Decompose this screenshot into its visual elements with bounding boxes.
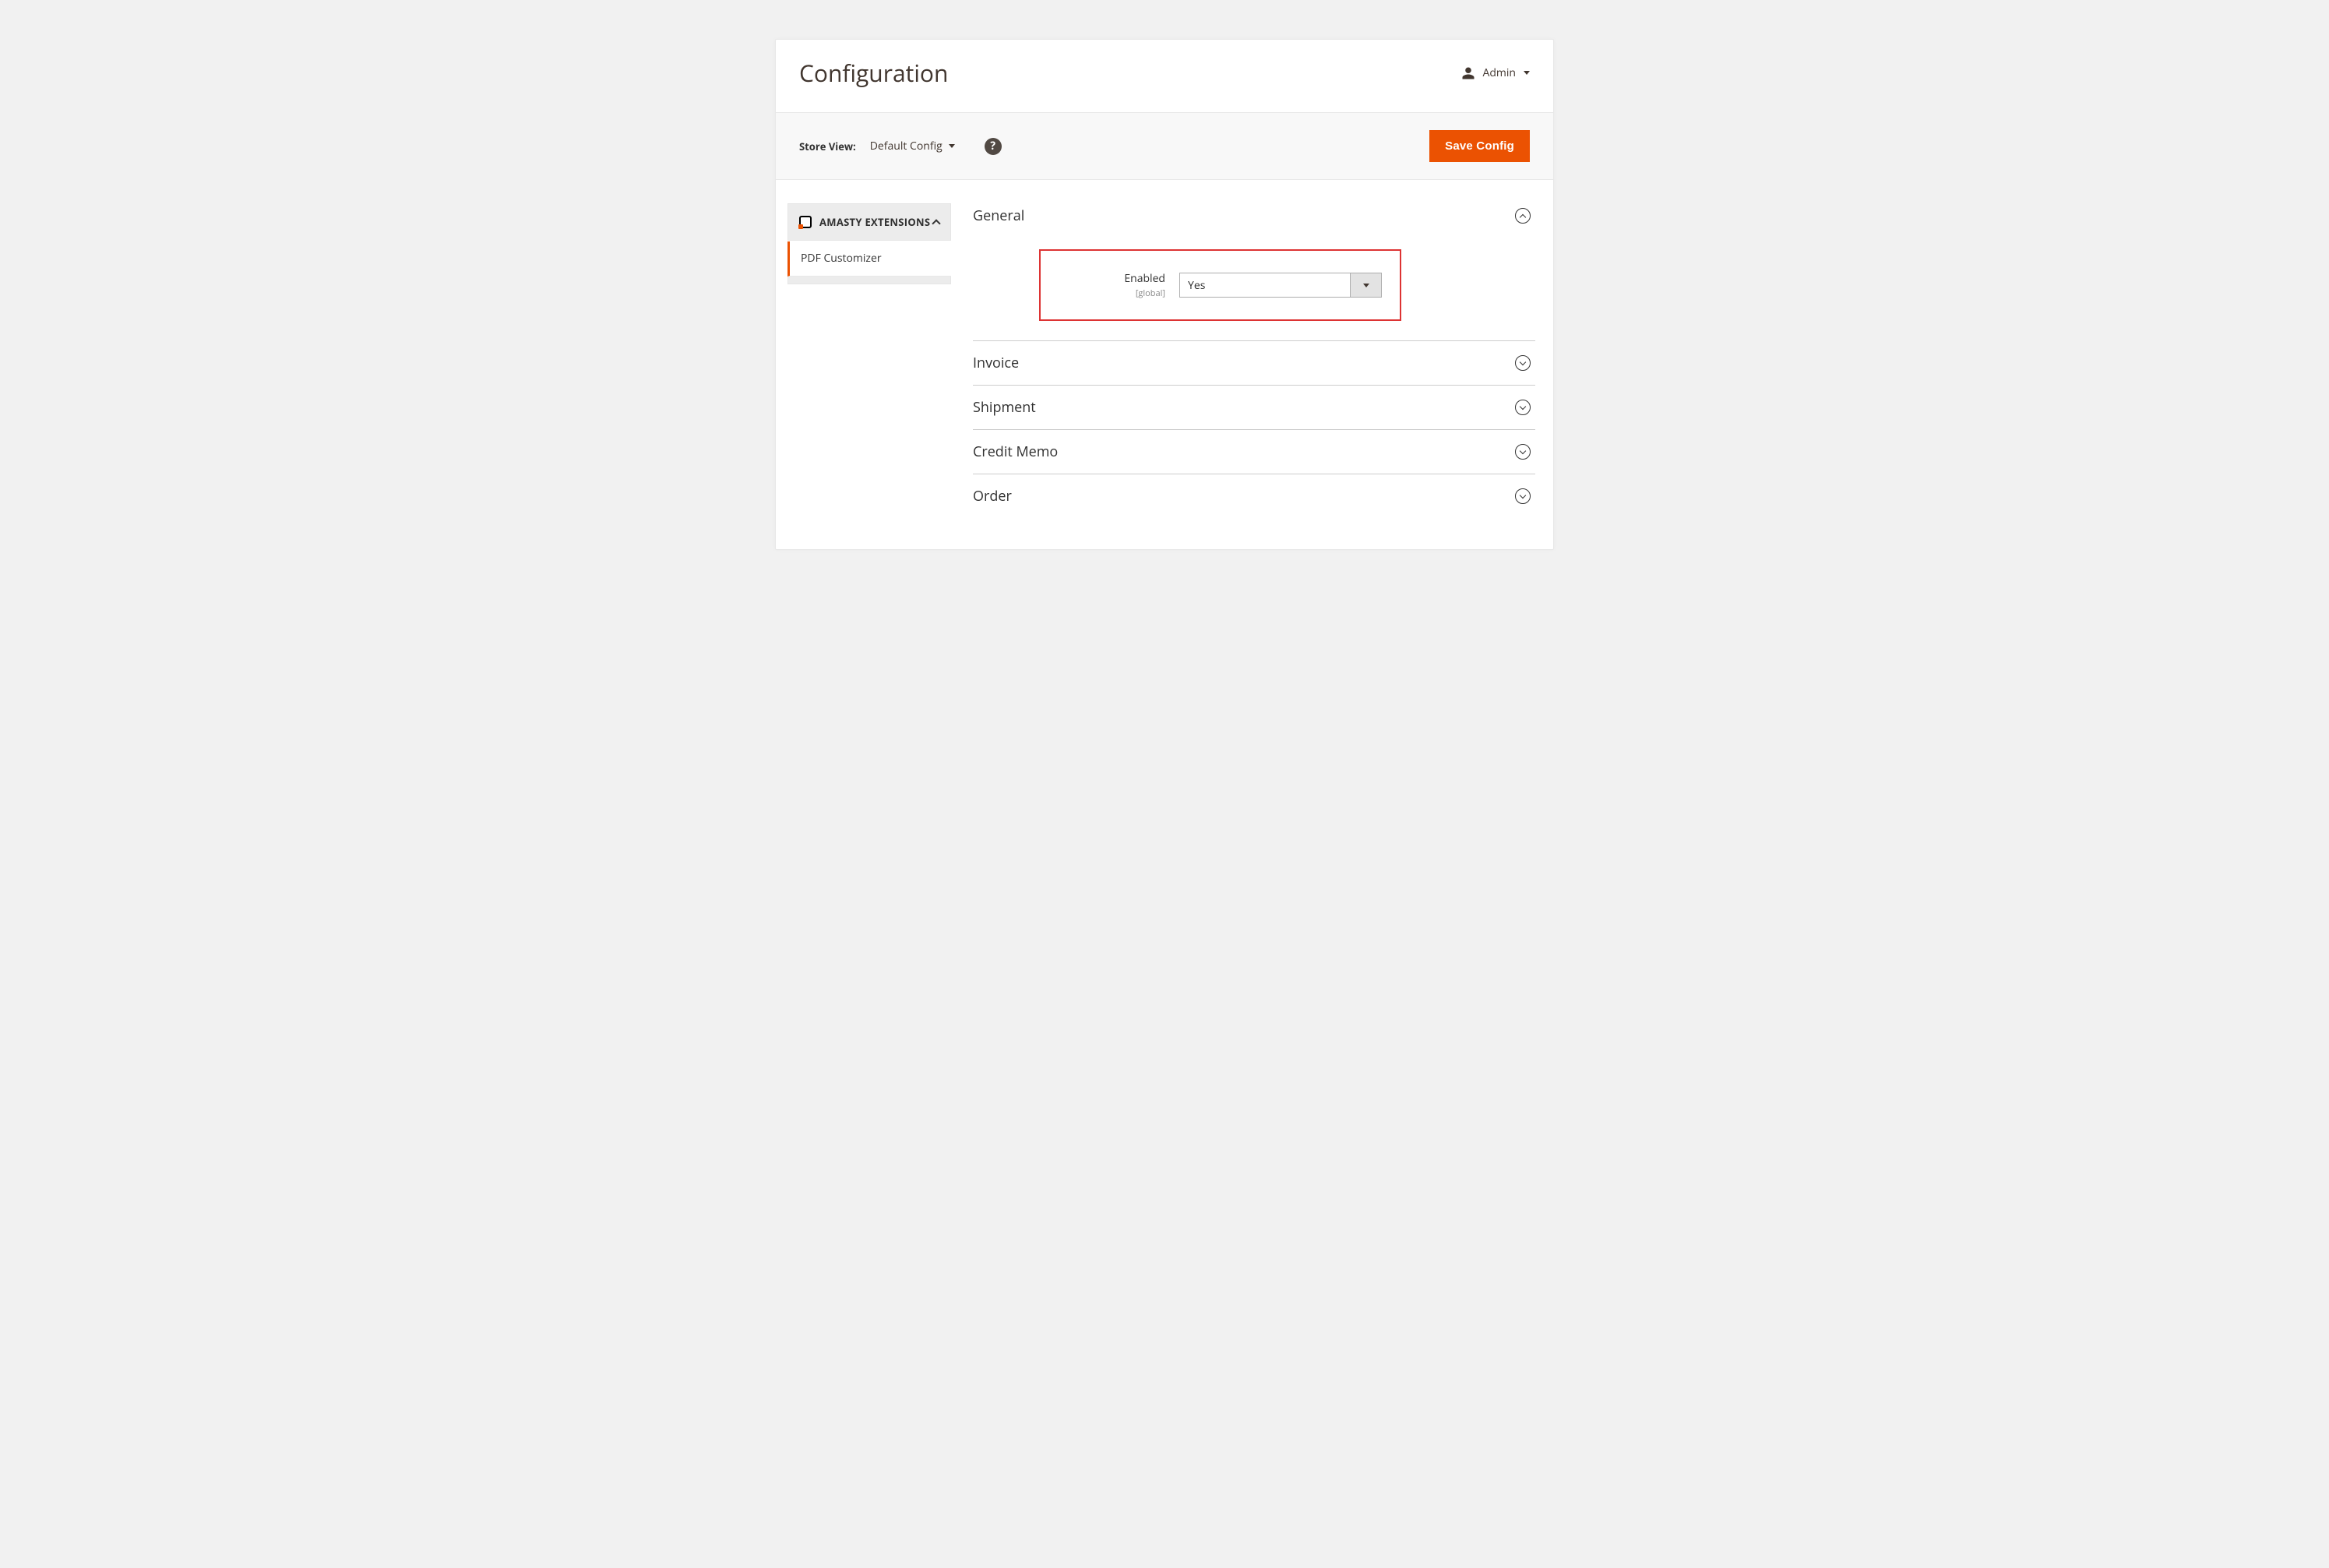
section-invoice: Invoice: [973, 341, 1535, 386]
section-title: Shipment: [973, 398, 1036, 417]
caret-down-icon: [949, 144, 955, 148]
section-title: Order: [973, 487, 1012, 506]
section-credit-memo: Credit Memo: [973, 430, 1535, 474]
expand-icon: [1515, 444, 1531, 460]
caret-down-icon: [1524, 71, 1530, 75]
page-header: Configuration Admin: [776, 40, 1553, 112]
config-page: Configuration Admin Store View: Default …: [775, 39, 1554, 550]
enabled-label: Enabled [global]: [1056, 271, 1165, 299]
enabled-value: Yes: [1180, 278, 1350, 293]
help-icon[interactable]: ?: [985, 138, 1002, 155]
save-config-button[interactable]: Save Config: [1429, 130, 1530, 162]
amasty-logo-icon: [799, 216, 812, 228]
sidebar-group-label: AMASTY EXTENSIONS: [819, 215, 930, 229]
section-general: General Enabled [global] Yes: [973, 203, 1535, 341]
enabled-label-text: Enabled: [1056, 271, 1165, 286]
toolbar-left: Store View: Default Config ?: [799, 138, 1002, 155]
sidebar-divider: [787, 277, 951, 284]
enabled-field-highlight: Enabled [global] Yes: [1039, 249, 1401, 321]
collapse-icon: [1515, 208, 1531, 224]
enabled-select[interactable]: Yes: [1179, 273, 1382, 298]
user-menu[interactable]: Admin: [1461, 65, 1531, 80]
store-view-label: Store View:: [799, 139, 856, 153]
sidebar-group-title: AMASTY EXTENSIONS: [799, 215, 930, 229]
section-title: Invoice: [973, 354, 1019, 372]
section-header-order[interactable]: Order: [973, 474, 1535, 518]
sidebar: AMASTY EXTENSIONS PDF Customizer: [787, 203, 951, 518]
content: General Enabled [global] Yes Invoic: [973, 203, 1542, 518]
page-body: AMASTY EXTENSIONS PDF Customizer General…: [776, 180, 1553, 549]
expand-icon: [1515, 488, 1531, 504]
section-header-general[interactable]: General: [973, 203, 1535, 238]
section-title: General: [973, 206, 1024, 225]
section-order: Order: [973, 474, 1535, 518]
sidebar-group-amasty[interactable]: AMASTY EXTENSIONS: [787, 203, 951, 241]
caret-down-icon: [1363, 284, 1369, 287]
expand-icon: [1515, 355, 1531, 371]
page-title: Configuration: [799, 57, 948, 89]
user-icon: [1461, 66, 1475, 80]
store-view-select[interactable]: Default Config: [870, 139, 955, 153]
user-name: Admin: [1483, 65, 1517, 80]
sidebar-item-label: PDF Customizer: [801, 251, 882, 266]
section-header-credit-memo[interactable]: Credit Memo: [973, 430, 1535, 474]
sidebar-item-pdf-customizer[interactable]: PDF Customizer: [787, 241, 951, 277]
select-handle: [1350, 273, 1381, 297]
chevron-up-icon: [932, 219, 940, 227]
section-title: Credit Memo: [973, 442, 1058, 461]
section-header-shipment[interactable]: Shipment: [973, 386, 1535, 429]
store-view-value: Default Config: [870, 139, 943, 153]
toolbar: Store View: Default Config ? Save Config: [776, 112, 1553, 180]
enabled-scope: [global]: [1056, 287, 1165, 299]
section-header-invoice[interactable]: Invoice: [973, 341, 1535, 385]
section-shipment: Shipment: [973, 386, 1535, 430]
expand-icon: [1515, 400, 1531, 415]
